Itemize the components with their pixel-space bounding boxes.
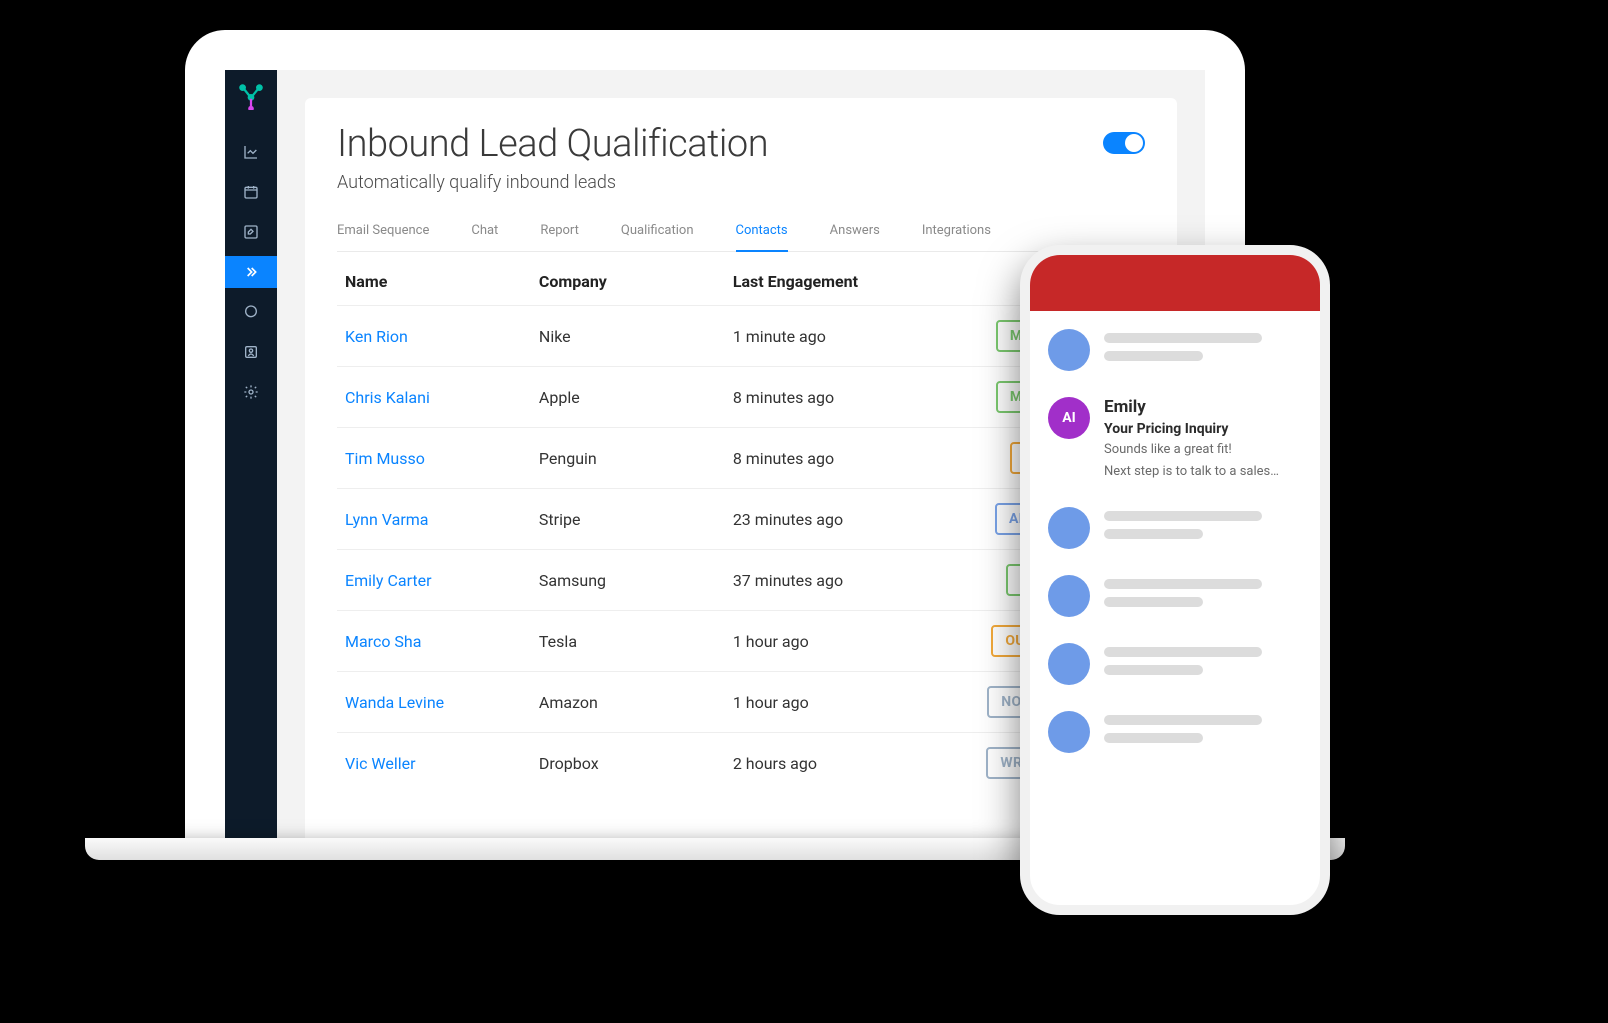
avatar-placeholder-icon bbox=[1048, 711, 1090, 753]
sidebar-item-expand[interactable] bbox=[225, 256, 277, 288]
col-company: Company bbox=[531, 254, 725, 306]
skeleton-line bbox=[1104, 715, 1262, 725]
tab-answers[interactable]: Answers bbox=[830, 215, 880, 252]
compose-icon bbox=[243, 224, 259, 240]
contact-link[interactable]: Marco Sha bbox=[345, 632, 421, 651]
message-preview-line2: Next step is to talk to a sales… bbox=[1104, 463, 1302, 481]
message-sender: Emily bbox=[1104, 397, 1302, 417]
cell-company: Penguin bbox=[531, 428, 725, 489]
inbox-item-placeholder[interactable] bbox=[1048, 575, 1302, 617]
page-subtitle: Automatically qualify inbound leads bbox=[337, 172, 768, 193]
inbox-item-placeholder[interactable] bbox=[1048, 507, 1302, 549]
inbox-item-emily[interactable]: AI Emily Your Pricing Inquiry Sounds lik… bbox=[1048, 397, 1302, 481]
inbox-item-placeholder[interactable] bbox=[1048, 711, 1302, 753]
tab-email-sequence[interactable]: Email Sequence bbox=[337, 215, 429, 252]
cell-last-engagement: 23 minutes ago bbox=[725, 489, 967, 550]
page-header: Inbound Lead Qualification Automatically… bbox=[337, 122, 1145, 193]
cell-name: Wanda Levine bbox=[337, 672, 531, 733]
contact-link[interactable]: Vic Weller bbox=[345, 754, 416, 773]
tab-chat[interactable]: Chat bbox=[471, 215, 498, 252]
skeleton-line bbox=[1104, 665, 1203, 675]
placeholder-lines bbox=[1104, 507, 1302, 539]
skeleton-line bbox=[1104, 511, 1262, 521]
sidebar-item-compose[interactable] bbox=[225, 216, 277, 248]
sidebar-item-calendar[interactable] bbox=[225, 176, 277, 208]
inbox-item-placeholder[interactable] bbox=[1048, 643, 1302, 685]
tab-report[interactable]: Report bbox=[540, 215, 579, 252]
cell-last-engagement: 1 hour ago bbox=[725, 672, 967, 733]
cell-company: Stripe bbox=[531, 489, 725, 550]
placeholder-lines bbox=[1104, 575, 1302, 607]
contact-link[interactable]: Ken Rion bbox=[345, 327, 408, 346]
page-title: Inbound Lead Qualification bbox=[337, 122, 768, 166]
skeleton-line bbox=[1104, 597, 1203, 607]
message-preview-line1: Sounds like a great fit! bbox=[1104, 441, 1302, 459]
tab-integrations[interactable]: Integrations bbox=[922, 215, 991, 252]
chevron-double-right-icon bbox=[243, 264, 259, 280]
chat-bubble-icon bbox=[243, 304, 259, 320]
cell-company: Dropbox bbox=[531, 733, 725, 794]
cell-last-engagement: 1 minute ago bbox=[725, 306, 967, 367]
cell-last-engagement: 37 minutes ago bbox=[725, 550, 967, 611]
cell-name: Vic Weller bbox=[337, 733, 531, 794]
avatar-placeholder-icon bbox=[1048, 575, 1090, 617]
avatar-placeholder-icon bbox=[1048, 643, 1090, 685]
skeleton-line bbox=[1104, 733, 1203, 743]
skeleton-line bbox=[1104, 529, 1203, 539]
placeholder-lines bbox=[1104, 329, 1302, 361]
sidebar-item-dashboard[interactable] bbox=[225, 136, 277, 168]
cell-last-engagement: 8 minutes ago bbox=[725, 367, 967, 428]
cell-name: Chris Kalani bbox=[337, 367, 531, 428]
phone-frame: AI Emily Your Pricing Inquiry Sounds lik… bbox=[1020, 245, 1330, 915]
cell-company: Amazon bbox=[531, 672, 725, 733]
phone-status-bar bbox=[1030, 255, 1320, 311]
cell-name: Marco Sha bbox=[337, 611, 531, 672]
cell-last-engagement: 8 minutes ago bbox=[725, 428, 967, 489]
cell-last-engagement: 1 hour ago bbox=[725, 611, 967, 672]
ai-avatar-icon: AI bbox=[1048, 397, 1090, 439]
contact-card-icon bbox=[243, 344, 259, 360]
contact-link[interactable]: Emily Carter bbox=[345, 571, 432, 590]
cell-name: Emily Carter bbox=[337, 550, 531, 611]
cell-name: Tim Musso bbox=[337, 428, 531, 489]
cell-company: Apple bbox=[531, 367, 725, 428]
contact-link[interactable]: Lynn Varma bbox=[345, 510, 428, 529]
cell-company: Nike bbox=[531, 306, 725, 367]
app-logo bbox=[237, 82, 265, 110]
cell-last-engagement: 2 hours ago bbox=[725, 733, 967, 794]
cell-name: Lynn Varma bbox=[337, 489, 531, 550]
cell-name: Ken Rion bbox=[337, 306, 531, 367]
skeleton-line bbox=[1104, 351, 1203, 361]
enable-toggle[interactable] bbox=[1103, 132, 1145, 154]
skeleton-line bbox=[1104, 579, 1262, 589]
avatar-placeholder-icon bbox=[1048, 329, 1090, 371]
cell-company: Tesla bbox=[531, 611, 725, 672]
col-last-engagement: Last Engagement bbox=[725, 254, 967, 306]
cell-company: Samsung bbox=[531, 550, 725, 611]
contact-link[interactable]: Tim Musso bbox=[345, 449, 425, 468]
message-subject: Your Pricing Inquiry bbox=[1104, 421, 1302, 437]
calendar-icon bbox=[243, 184, 259, 200]
sidebar-item-chat[interactable] bbox=[225, 296, 277, 328]
skeleton-line bbox=[1104, 333, 1262, 343]
chart-icon bbox=[243, 144, 259, 160]
gear-icon bbox=[243, 384, 259, 400]
placeholder-lines bbox=[1104, 711, 1302, 743]
col-name: Name bbox=[337, 254, 531, 306]
inbox-item-placeholder[interactable] bbox=[1048, 329, 1302, 371]
contact-link[interactable]: Wanda Levine bbox=[345, 693, 444, 712]
phone-inbox-list: AI Emily Your Pricing Inquiry Sounds lik… bbox=[1030, 311, 1320, 771]
tab-contacts[interactable]: Contacts bbox=[736, 215, 788, 252]
sidebar-item-contacts[interactable] bbox=[225, 336, 277, 368]
avatar-placeholder-icon bbox=[1048, 507, 1090, 549]
sidebar-item-settings[interactable] bbox=[225, 376, 277, 408]
tab-bar: Email Sequence Chat Report Qualification… bbox=[337, 215, 1145, 252]
tab-qualification[interactable]: Qualification bbox=[621, 215, 694, 252]
placeholder-lines bbox=[1104, 643, 1302, 675]
sidebar bbox=[225, 70, 277, 855]
skeleton-line bbox=[1104, 647, 1262, 657]
contact-link[interactable]: Chris Kalani bbox=[345, 388, 430, 407]
